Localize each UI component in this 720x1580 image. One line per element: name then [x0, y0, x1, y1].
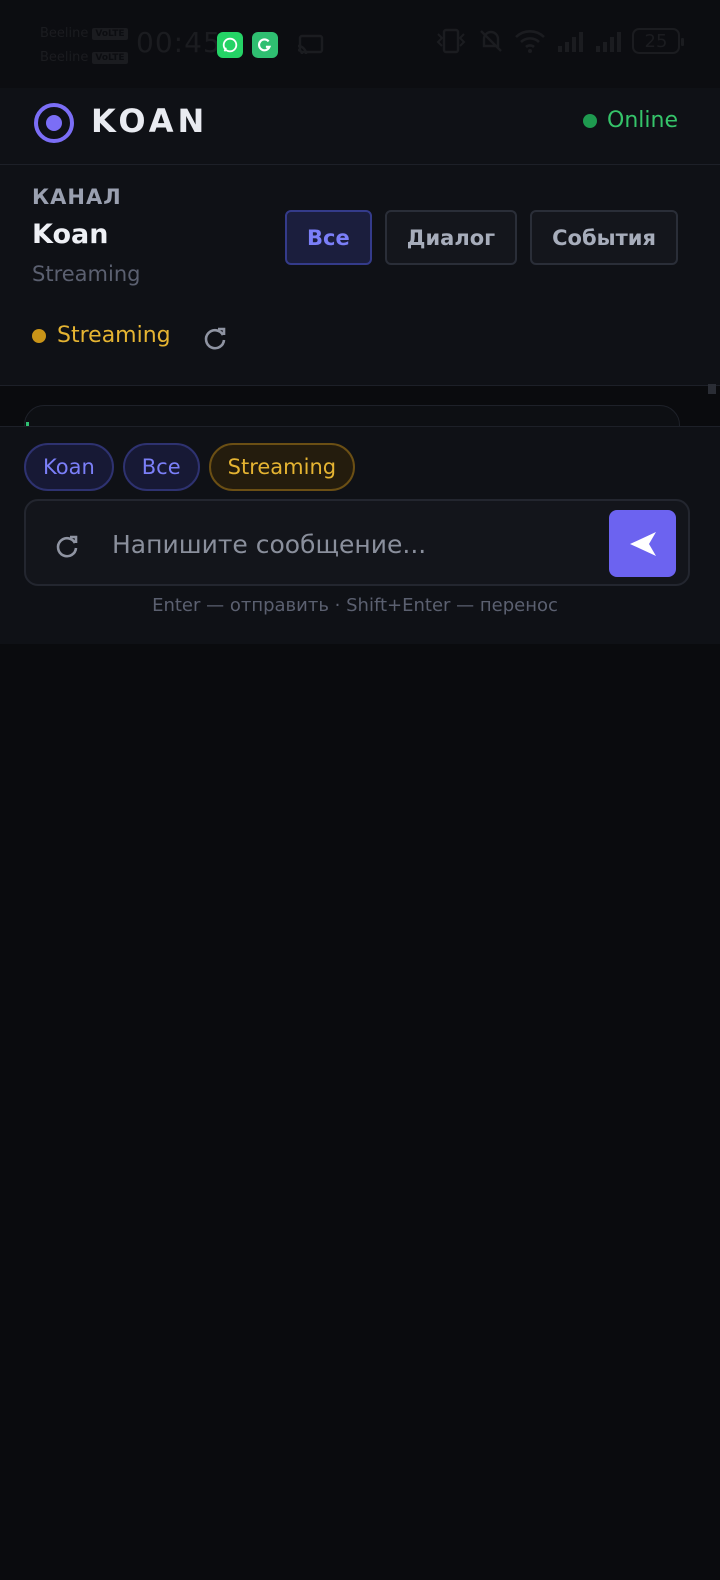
chip-filter[interactable]: Все	[122, 443, 200, 491]
system-icons: 25	[434, 28, 684, 54]
vibrate-icon	[436, 28, 466, 54]
chip-channel[interactable]: Koan	[24, 443, 114, 491]
whatsapp-icon	[217, 32, 243, 58]
scrollbar-thumb[interactable]	[708, 384, 716, 394]
status-clock: 00:45	[136, 26, 222, 59]
signal-icon	[596, 32, 621, 52]
wifi-icon	[515, 30, 545, 53]
battery-icon: 25	[632, 28, 684, 54]
grammarly-icon	[252, 32, 278, 58]
composer-panel: Koan Все Streaming Enter — отправить · S…	[0, 426, 720, 644]
carrier-1-tag: VoLTE	[92, 28, 128, 40]
reset-icon[interactable]	[54, 533, 80, 559]
koan-logo-icon	[34, 103, 74, 143]
send-button[interactable]	[609, 510, 676, 577]
carrier-1: Beeline VoLTE	[40, 22, 128, 46]
carrier-2-name: Beeline	[40, 50, 89, 65]
cast-icon	[297, 34, 324, 55]
carrier-info: Beeline VoLTE Beeline VoLTE	[40, 22, 128, 70]
channel-panel: КАНАЛ Koan Streaming Все Диалог События …	[0, 165, 720, 386]
refresh-icon[interactable]	[202, 325, 228, 351]
carrier-1-name: Beeline	[40, 26, 89, 41]
carrier-2-tag: VoLTE	[92, 52, 128, 64]
filter-tabs: Все Диалог События	[285, 210, 678, 265]
message-input[interactable]	[112, 521, 592, 567]
channel-subtitle: Streaming	[32, 262, 141, 286]
keyboard-hint: Enter — отправить · Shift+Enter — перено…	[152, 595, 558, 616]
stream-status-label: Streaming	[57, 323, 171, 348]
context-chips: Koan Все Streaming	[24, 443, 356, 491]
app-root: Beeline VoLTE Beeline VoLTE 00:45 25 KOA…	[0, 0, 720, 1580]
filter-dialog-button[interactable]: Диалог	[384, 210, 518, 265]
signal-icon	[558, 32, 583, 52]
channel-title: Koan	[32, 219, 109, 250]
brand-name: KOAN	[91, 102, 209, 140]
channel-kicker: КАНАЛ	[32, 185, 122, 209]
chip-status[interactable]: Streaming	[208, 443, 356, 491]
send-icon	[629, 531, 656, 556]
stream-dot-icon	[32, 328, 46, 343]
filter-events-button[interactable]: События	[530, 210, 678, 265]
stream-status: Streaming	[32, 323, 171, 348]
mute-icon	[480, 30, 502, 52]
status-bar: Beeline VoLTE Beeline VoLTE 00:45 25	[0, 0, 720, 88]
online-dot-icon	[583, 113, 598, 128]
carrier-2: Beeline VoLTE	[40, 46, 128, 70]
connection-status-label: Online	[607, 108, 678, 133]
connection-status: Online	[583, 108, 678, 133]
app-header: KOAN Online	[0, 88, 720, 165]
filter-all-button[interactable]: Все	[285, 210, 372, 265]
message-input-box	[24, 499, 690, 586]
